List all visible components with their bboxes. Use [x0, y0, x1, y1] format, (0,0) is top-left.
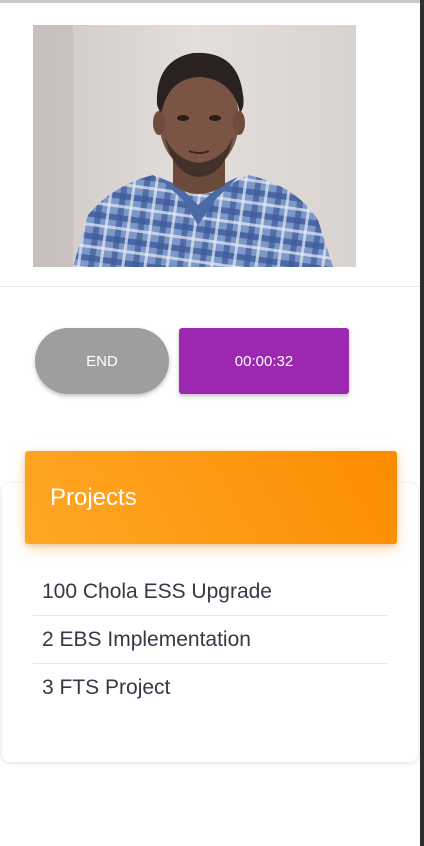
section-divider — [0, 286, 420, 287]
camera-feed-person — [33, 25, 356, 267]
video-preview — [33, 25, 356, 267]
scrollbar-edge — [420, 0, 424, 846]
project-item-1[interactable]: 2 EBS Implementation — [33, 616, 388, 664]
project-item-0[interactable]: 100 Chola ESS Upgrade — [33, 568, 388, 616]
projects-header: Projects — [25, 451, 397, 544]
projects-title: Projects — [50, 483, 137, 511]
top-edge — [0, 0, 424, 3]
app-screen: END 00:00:32 Projects 100 Chola ESS Upgr… — [0, 0, 424, 846]
call-timer: 00:00:32 — [179, 328, 349, 394]
project-item-2[interactable]: 3 FTS Project — [33, 664, 388, 712]
end-call-button[interactable]: END — [35, 328, 169, 394]
project-list: 100 Chola ESS Upgrade 2 EBS Implementati… — [33, 568, 388, 712]
